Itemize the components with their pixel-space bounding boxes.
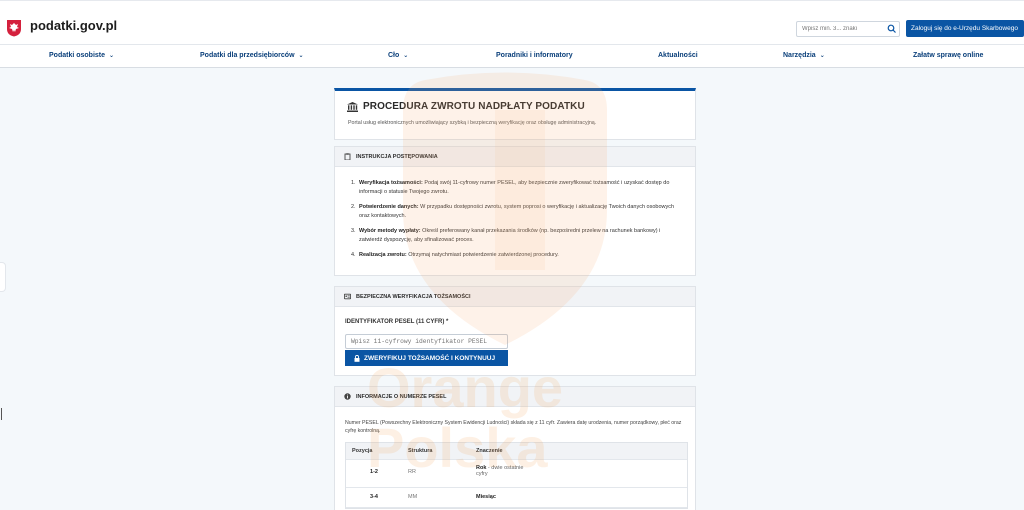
structure-cell: MM (408, 494, 418, 500)
verify-identity-button[interactable]: ZWERYFIKUJ TOŻSAMOŚĆ I KONTYNUUJ (345, 350, 508, 366)
page-title: PROCEDURA ZWROTU NADPŁATY PODATKU (363, 101, 585, 112)
pesel-info-header: INFORMACJE O NUMERZE PESEL (335, 387, 695, 407)
step-body: Otrzymaj natychmiast potwierdzenie zatwi… (406, 252, 559, 258)
step-text: Wybór metody wypłaty: Określ preferowany… (359, 227, 679, 245)
search-input[interactable] (796, 21, 900, 37)
step-text: Weryfikacja tożsamości: Podaj swój 11-cy… (359, 179, 679, 197)
chevron-down-icon: ⌄ (819, 53, 825, 59)
verification-header: BEZPIECZNA WERYFIKACJA TOŻSAMOŚCI (335, 287, 695, 307)
structure-cell: RR (408, 469, 416, 475)
meaning-title: Miesiąc (476, 494, 496, 500)
page-subtitle: Portal usług elektronicznych umożliwiają… (348, 120, 597, 126)
instructions-heading: INSTRUKCJA POSTĘPOWANIA (356, 153, 438, 160)
pesel-field-label: IDENTYFIKATOR PESEL (11 CYFR) * (345, 319, 449, 325)
polish-eagle-emblem-icon[interactable] (6, 19, 22, 37)
position-cell: 3-4 (370, 494, 378, 500)
table-row: 1-2 RR Rok - dwie ostatnie cyfry (346, 460, 687, 488)
nav-item-podatki-przedsiebiorcow[interactable]: Podatki dla przedsiębiorców ⌄ (200, 52, 304, 59)
nav-label: Podatki osobiste (49, 52, 106, 59)
verification-card: BEZPIECZNA WERYFIKACJA TOŻSAMOŚCI IDENTY… (334, 286, 696, 376)
lock-icon (354, 354, 360, 362)
nav-label: Cło (388, 52, 400, 59)
pesel-structure-table: Pozycja Struktura Znaczenie 1-2 RR Rok -… (345, 442, 688, 509)
position-cell: 1-2 (370, 469, 378, 475)
step-number: 2. (351, 204, 356, 210)
step-title: Potwierdzenie danych: (359, 204, 419, 210)
title-card: PROCEDURA ZWROTU NADPŁATY PODATKU Portal… (334, 88, 696, 140)
nav-item-poradniki[interactable]: Poradniki i informatory (496, 52, 573, 59)
pesel-info-heading: INFORMACJE O NUMERZE PESEL (356, 393, 447, 400)
list-item: 4. Realizacja zwrotu: Otrzymaj natychmias… (351, 251, 679, 260)
column-header: Znaczenie (476, 448, 503, 454)
step-number: 3. (351, 228, 356, 234)
step-number: 4. (351, 252, 356, 258)
main-nav: Podatki osobiste ⌄ Podatki dla przedsiębi… (0, 44, 1024, 68)
step-title: Realizacja zwrotu: (359, 252, 407, 258)
title-row: PROCEDURA ZWROTU NADPŁATY PODATKU (347, 101, 585, 112)
meaning-cell: Miesiąc (470, 488, 687, 507)
step-text: Potwierdzenie danych: W przypadku dostęp… (359, 203, 679, 221)
top-header: podatki.gov.pl Zaloguj się do e-Urzędu S… (0, 0, 1024, 44)
login-button[interactable]: Zaloguj się do e-Urzędu Skarbowego (906, 20, 1024, 37)
pesel-info-card: INFORMACJE O NUMERZE PESEL Numer PESEL (… (334, 386, 696, 510)
list-item: 2. Potwierdzenie danych: W przypadku dost… (351, 203, 679, 221)
instructions-header: INSTRUKCJA POSTĘPOWANIA (335, 147, 695, 167)
step-number: 1. (351, 180, 356, 186)
pesel-description: Numer PESEL (Powszechny Elektroniczny Sy… (345, 420, 682, 434)
meaning-cell: Rok - dwie ostatnie cyfry (470, 460, 530, 487)
nav-label: Podatki dla przedsiębiorców (200, 52, 295, 59)
table-header-row: Pozycja Struktura Znaczenie (346, 443, 687, 460)
pesel-input[interactable] (345, 334, 508, 349)
chevron-down-icon: ⌄ (403, 53, 409, 59)
id-card-icon (344, 293, 351, 300)
instructions-card: INSTRUKCJA POSTĘPOWANIA 1. Weryfikacja to… (334, 146, 696, 276)
nav-label: Aktualności (658, 52, 698, 59)
clipboard-icon (344, 153, 351, 160)
steps-list: 1. Weryfikacja tożsamości: Podaj swój 11-… (335, 167, 695, 260)
nav-item-narzedzia[interactable]: Narzędzia ⌄ (783, 52, 825, 59)
step-text: Realizacja zwrotu: Otrzymaj natychmiast … (359, 251, 559, 260)
scroll-marker (1, 408, 2, 420)
verification-heading: BEZPIECZNA WERYFIKACJA TOŻSAMOŚCI (356, 293, 471, 300)
chevron-down-icon: ⌄ (298, 53, 304, 59)
site-logo-text[interactable]: podatki.gov.pl (30, 18, 117, 33)
nav-item-clo[interactable]: Cło ⌄ (388, 52, 408, 59)
nav-label: Załatw sprawę online (913, 52, 984, 59)
nav-label: Narzędzia (783, 52, 816, 59)
nav-item-podatki-osobiste[interactable]: Podatki osobiste ⌄ (49, 52, 114, 59)
chevron-down-icon: ⌄ (109, 53, 115, 59)
step-title: Wybór metody wypłaty: (359, 228, 421, 234)
list-item: 3. Wybór metody wypłaty: Określ preferowa… (351, 227, 679, 245)
info-icon (344, 393, 351, 400)
table-row: 3-4 MM Miesiąc (346, 488, 687, 508)
search-icon[interactable] (887, 24, 897, 34)
column-header: Pozycja (352, 448, 373, 454)
column-header: Struktura (408, 448, 433, 454)
verify-button-label: ZWERYFIKUJ TOŻSAMOŚĆ I KONTYNUUJ (364, 354, 496, 362)
nav-label: Poradniki i informatory (496, 52, 573, 59)
nav-item-aktualnosci[interactable]: Aktualności (658, 52, 698, 59)
side-drawer-handle[interactable] (0, 262, 6, 292)
list-item: 1. Weryfikacja tożsamości: Podaj swój 11-… (351, 179, 679, 197)
nav-item-zalatw-sprawe[interactable]: Załatw sprawę online (913, 52, 983, 59)
bank-building-icon (347, 101, 358, 112)
step-title: Weryfikacja tożsamości: (359, 180, 423, 186)
